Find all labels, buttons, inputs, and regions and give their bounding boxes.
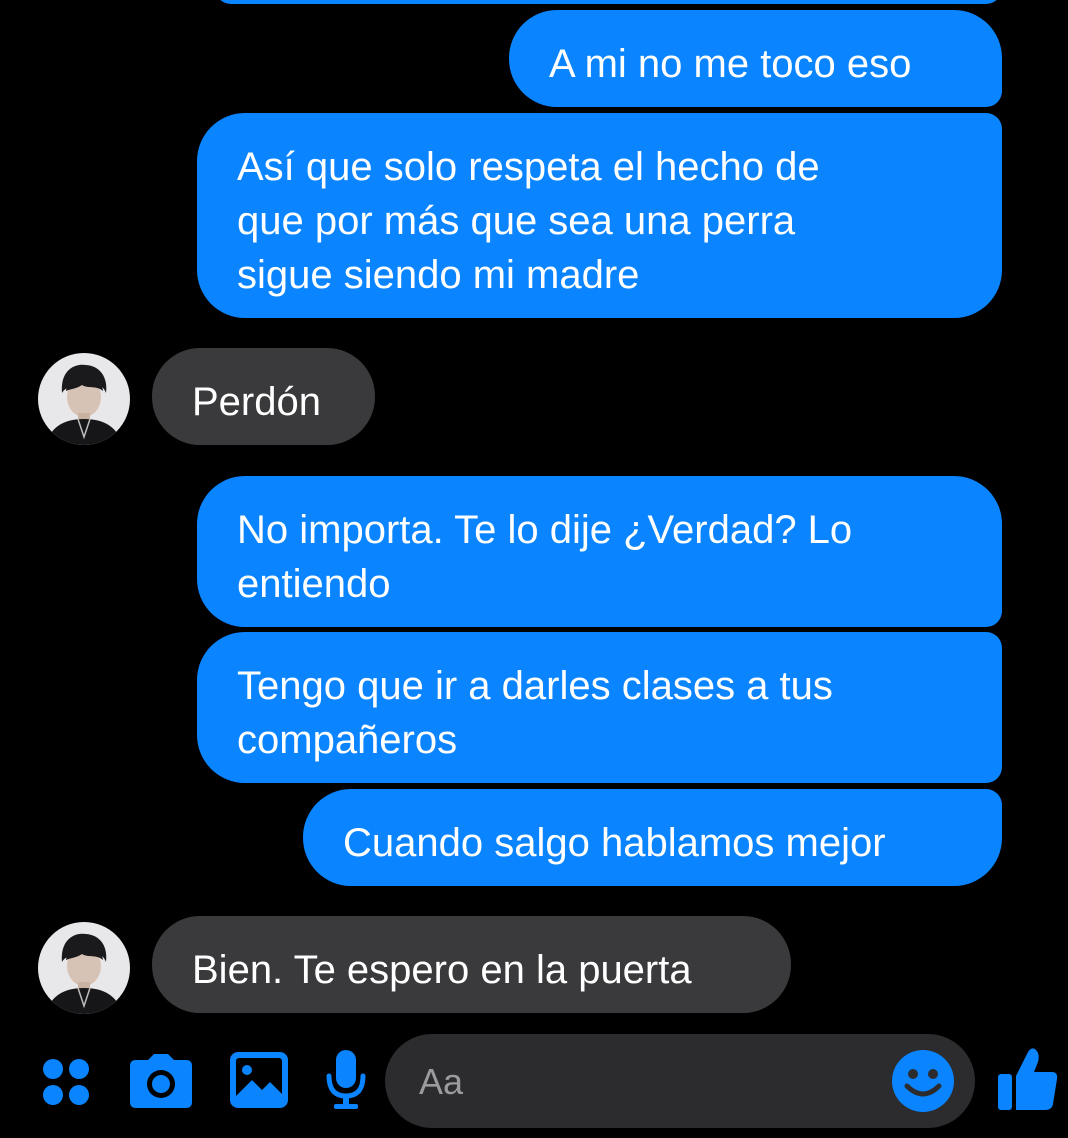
received-message[interactable]: Bien. Te espero en la puerta bbox=[152, 916, 791, 1013]
avatar-image bbox=[38, 353, 130, 445]
sent-message[interactable]: No importa. Te lo dije ¿Verdad? Lo entie… bbox=[197, 476, 1002, 627]
sent-message[interactable]: A mi no me toco eso bbox=[509, 10, 1002, 107]
sent-message[interactable]: Así que solo respeta el hecho de que por… bbox=[197, 113, 1002, 318]
sent-message[interactable]: Cuando salgo hablamos mejor bbox=[303, 789, 1002, 886]
gallery-icon[interactable] bbox=[230, 1052, 288, 1108]
emoji-icon[interactable] bbox=[892, 1050, 954, 1112]
apps-icon[interactable] bbox=[40, 1056, 92, 1108]
previous-message-edge bbox=[215, 0, 1002, 4]
microphone-icon[interactable] bbox=[326, 1050, 366, 1110]
message-input[interactable] bbox=[417, 1058, 891, 1106]
message-composer[interactable] bbox=[385, 1034, 975, 1128]
thumbs-up-icon[interactable] bbox=[998, 1046, 1058, 1112]
received-message[interactable]: Perdón bbox=[152, 348, 375, 445]
contact-avatar[interactable] bbox=[38, 922, 130, 1014]
contact-avatar[interactable] bbox=[38, 353, 130, 445]
avatar-image bbox=[38, 922, 130, 1014]
sent-message[interactable]: Tengo que ir a darles clases a tus compa… bbox=[197, 632, 1002, 783]
camera-icon[interactable] bbox=[130, 1054, 192, 1108]
